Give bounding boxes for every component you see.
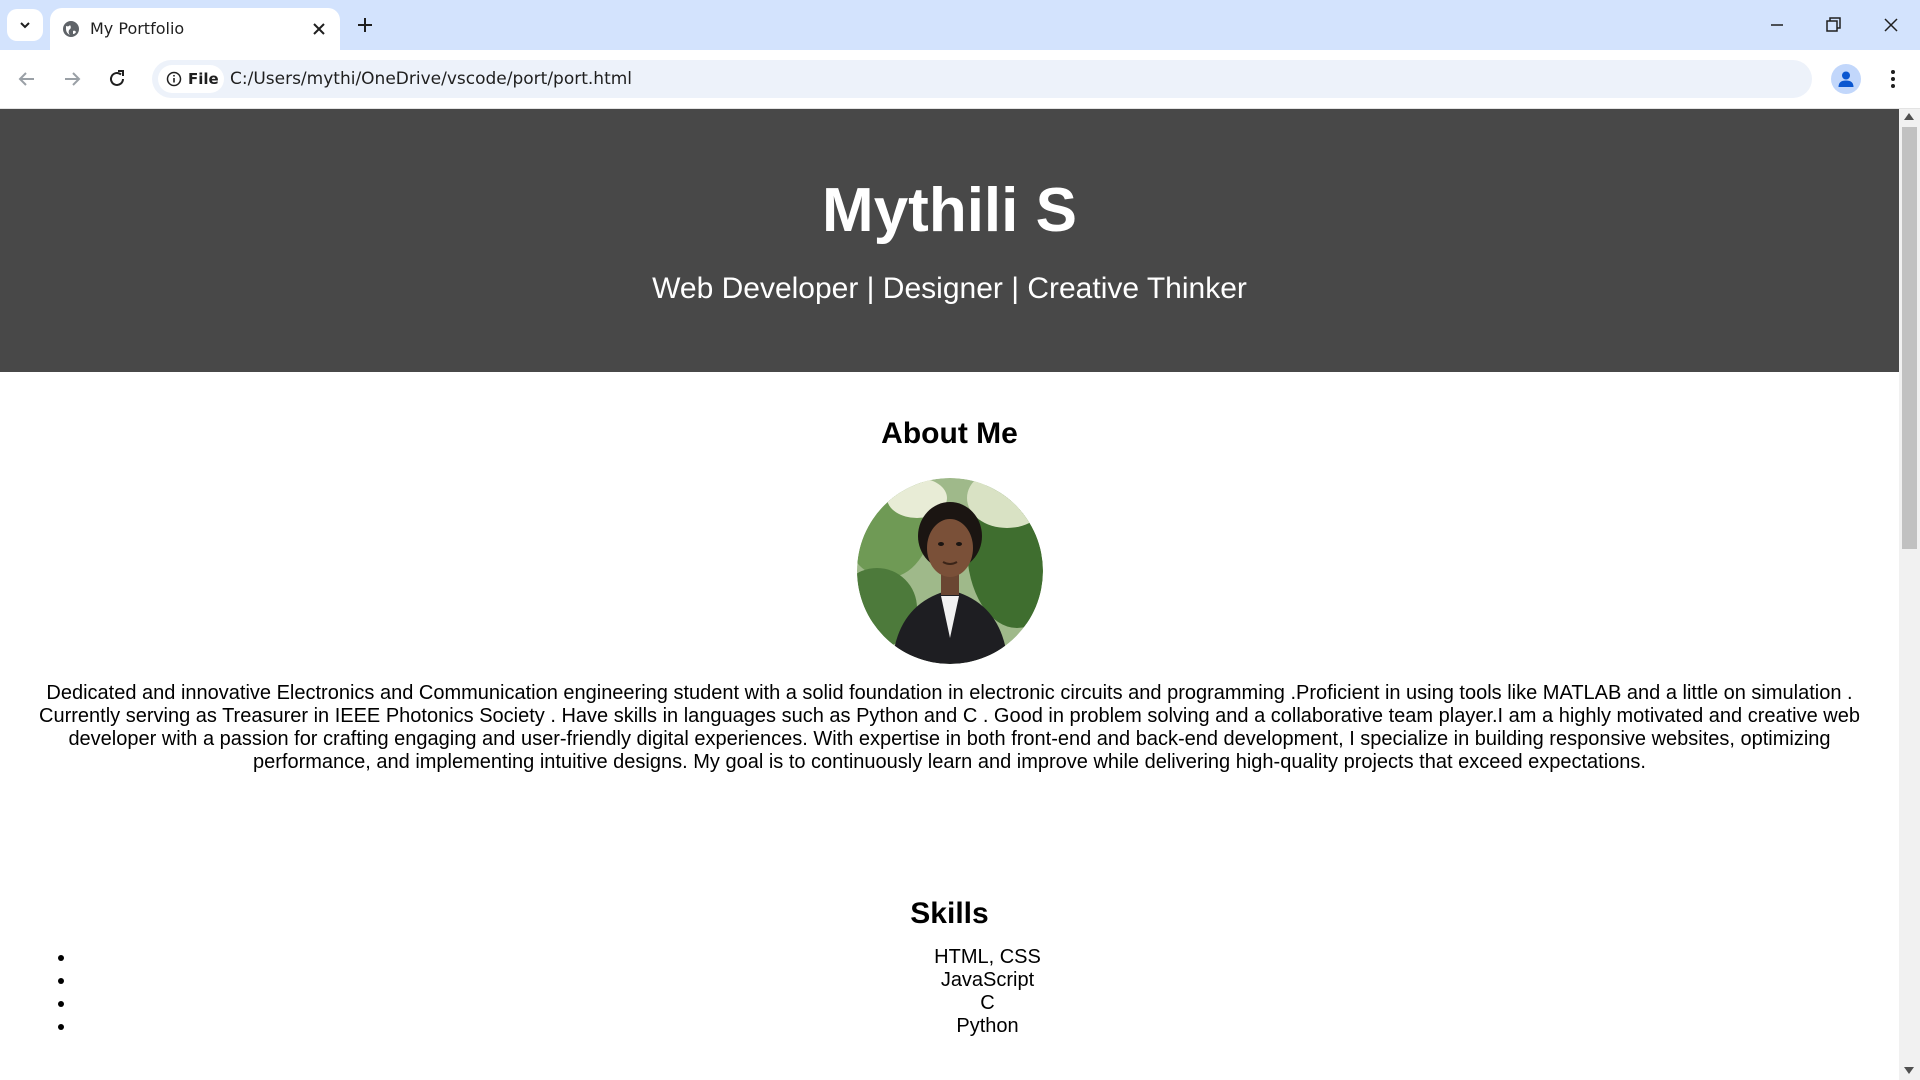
about-text: Dedicated and innovative Electronics and…	[39, 682, 1860, 773]
skills-section: Skills HTML, CSS JavaScript C Python	[0, 774, 1899, 1038]
skill-item: C	[76, 992, 1899, 1015]
tab-strip: My Portfolio	[0, 0, 1920, 50]
reload-icon[interactable]	[104, 66, 130, 92]
site-chip-label: File	[188, 70, 219, 88]
about-heading: About Me	[881, 417, 1018, 450]
tab-title: My Portfolio	[90, 19, 185, 38]
skill-item: Python	[76, 1015, 1899, 1038]
chevron-down-icon	[20, 22, 30, 29]
profile-photo	[856, 478, 1043, 664]
forward-arrow-icon[interactable]	[59, 66, 85, 92]
minimize-icon[interactable]	[1764, 12, 1790, 38]
skills-heading: Skills	[910, 897, 989, 930]
skill-item: JavaScript	[76, 969, 1899, 992]
site-info-chip[interactable]: File	[158, 65, 224, 93]
person-icon	[1838, 71, 1854, 87]
scroll-down-arrow-icon[interactable]	[1904, 1067, 1914, 1074]
profile-avatar-button[interactable]	[1831, 64, 1861, 94]
close-window-icon[interactable]	[1878, 12, 1904, 38]
scroll-thumb[interactable]	[1902, 127, 1917, 549]
back-arrow-icon[interactable]	[14, 66, 40, 92]
more-vert-icon[interactable]	[1880, 66, 1906, 92]
page-title: Mythili S	[822, 176, 1077, 245]
new-tab-plus-icon[interactable]	[354, 14, 376, 36]
tab-search-button[interactable]	[7, 9, 43, 41]
page-viewport: Mythili S Web Developer | Designer | Cre…	[0, 109, 1899, 1080]
info-icon	[166, 71, 182, 87]
about-section: About Me Dedicated and innovative Electr…	[0, 372, 1899, 774]
close-icon[interactable]	[310, 20, 328, 38]
globe-icon	[63, 21, 79, 37]
skills-list: HTML, CSS JavaScript C Python	[0, 946, 1899, 1038]
browser-toolbar: File C:/Users/mythi/OneDrive/vscode/port…	[0, 50, 1920, 109]
tab-my-portfolio[interactable]: My Portfolio	[50, 8, 340, 50]
tagline: Web Developer | Designer | Creative Thin…	[652, 272, 1247, 305]
vertical-scrollbar[interactable]	[1899, 109, 1920, 1080]
skill-item: HTML, CSS	[76, 946, 1899, 969]
hero-header: Mythili S Web Developer | Designer | Cre…	[0, 109, 1899, 372]
scroll-up-arrow-icon[interactable]	[1904, 113, 1914, 120]
restore-icon[interactable]	[1820, 12, 1846, 38]
address-bar[interactable]: File C:/Users/mythi/OneDrive/vscode/port…	[152, 60, 1812, 98]
url-text[interactable]: C:/Users/mythi/OneDrive/vscode/port/port…	[230, 69, 632, 89]
